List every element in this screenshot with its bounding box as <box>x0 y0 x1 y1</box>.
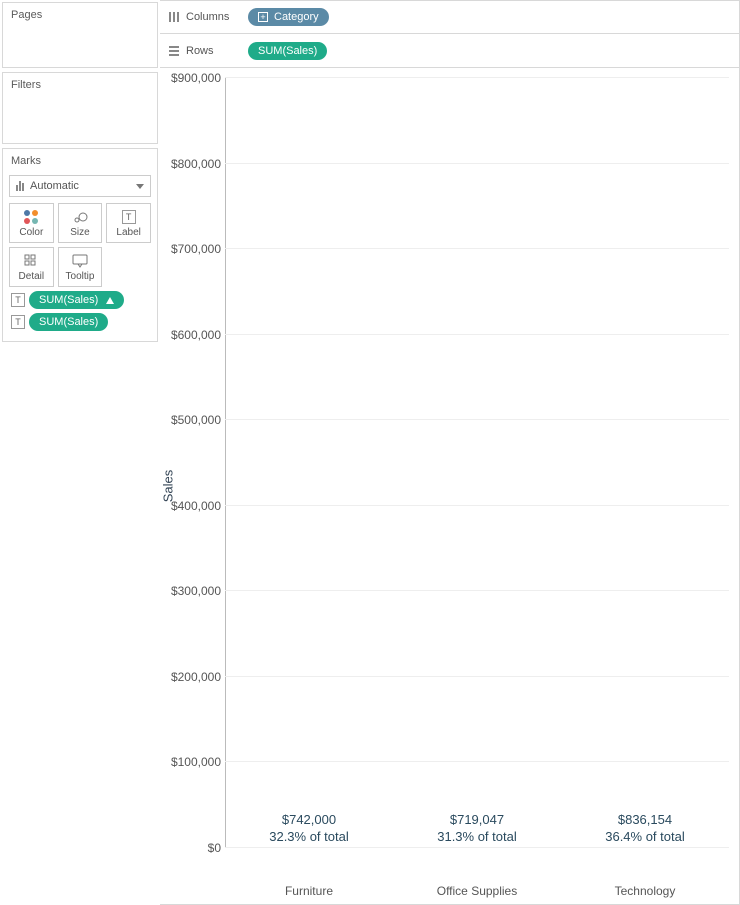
marks-pill-sum-sales[interactable]: SUM(Sales) <box>29 313 108 331</box>
marks-pill-sum-sales-delta[interactable]: SUM(Sales) <box>29 291 124 309</box>
main-area: Columns + Category Rows SUM(Sales) Sales… <box>160 0 740 905</box>
x-tick-label: Office Supplies <box>393 884 561 898</box>
bar-data-label: $836,15436.4% of total <box>605 812 685 846</box>
expand-icon: + <box>258 12 268 22</box>
y-tick: $300,000 <box>160 584 225 598</box>
y-tick: $900,000 <box>160 71 225 85</box>
columns-shelf[interactable]: Columns + Category <box>160 0 740 34</box>
y-tick: $700,000 <box>160 242 225 256</box>
pages-header: Pages <box>3 3 157 25</box>
filters-panel[interactable]: Filters <box>2 72 158 144</box>
chart-area[interactable]: Sales $0$100,000$200,000$300,000$400,000… <box>160 68 740 905</box>
tooltip-icon <box>72 253 88 269</box>
bar-data-label: $719,04731.3% of total <box>437 812 517 846</box>
y-tick: $500,000 <box>160 413 225 427</box>
marks-tooltip-button[interactable]: Tooltip <box>58 247 103 287</box>
rows-pill-sum-sales[interactable]: SUM(Sales) <box>248 42 327 60</box>
chevron-down-icon <box>136 184 144 189</box>
bar-data-label: $742,00032.3% of total <box>269 812 349 846</box>
plot: $0$100,000$200,000$300,000$400,000$500,0… <box>225 78 729 848</box>
y-tick: $0 <box>160 841 225 855</box>
left-sidebar: Pages Filters Marks Automatic Color <box>0 0 160 905</box>
rows-icon <box>168 45 180 57</box>
label-icon: T <box>122 209 136 225</box>
x-tick-label: Technology <box>561 884 729 898</box>
y-tick: $800,000 <box>160 157 225 171</box>
y-tick: $200,000 <box>160 670 225 684</box>
rows-shelf[interactable]: Rows SUM(Sales) <box>160 34 740 68</box>
marks-label-button[interactable]: T Label <box>106 203 151 243</box>
columns-label: Columns <box>186 11 229 23</box>
marks-size-button[interactable]: Size <box>58 203 103 243</box>
filters-header: Filters <box>3 73 157 95</box>
marks-panel: Marks Automatic Color Size T <box>2 148 158 342</box>
columns-icon <box>168 11 180 23</box>
text-icon: T <box>11 315 25 329</box>
rows-label: Rows <box>186 45 214 57</box>
y-tick: $100,000 <box>160 755 225 769</box>
pages-panel[interactable]: Pages <box>2 2 158 68</box>
marks-type-select[interactable]: Automatic <box>9 175 151 197</box>
text-icon: T <box>11 293 25 307</box>
delta-icon <box>106 297 114 304</box>
x-tick-label: Furniture <box>225 884 393 898</box>
color-icon <box>24 210 38 224</box>
y-tick: $600,000 <box>160 328 225 342</box>
marks-detail-button[interactable]: Detail <box>9 247 54 287</box>
columns-pill-category[interactable]: + Category <box>248 8 329 26</box>
marks-color-button[interactable]: Color <box>9 203 54 243</box>
marks-type-label: Automatic <box>30 180 79 192</box>
marks-header: Marks <box>3 149 157 171</box>
y-tick: $400,000 <box>160 499 225 513</box>
size-icon <box>72 209 88 225</box>
detail-icon <box>24 253 38 269</box>
y-axis-title: Sales <box>161 470 176 503</box>
bar-chart-icon <box>16 181 24 191</box>
